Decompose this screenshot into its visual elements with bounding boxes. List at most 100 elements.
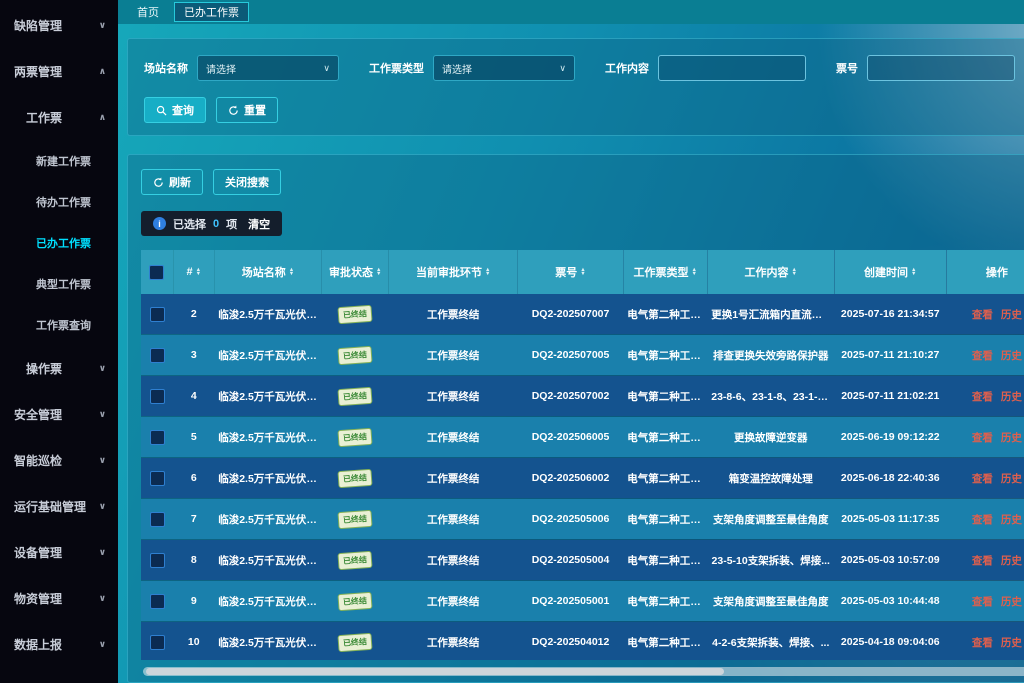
sort-icon[interactable]: ▲▼ (580, 268, 585, 276)
cell-step: 工作票终结 (389, 581, 518, 622)
sidebar-item-13[interactable]: 物资管理 (0, 575, 118, 621)
sidebar-item-4[interactable]: 待办工作票 (0, 181, 118, 222)
row-checkbox[interactable] (150, 471, 165, 486)
cell-index: 9 (173, 581, 214, 622)
ticket-no-input[interactable] (867, 55, 1015, 81)
cell-status: 已终结 (322, 458, 389, 499)
history-link[interactable]: 历史 (1001, 350, 1022, 362)
tab-label: 已办工作票 (184, 4, 239, 20)
cell-ticket-type: 电气第二种工作票 (623, 622, 707, 661)
sort-icon[interactable]: ▲▼ (911, 268, 916, 276)
sidebar-item-0[interactable]: 缺陷管理 (0, 2, 118, 48)
sidebar-item-1[interactable]: 两票管理 (0, 48, 118, 94)
row-checkbox[interactable] (150, 307, 165, 322)
cell-ticket-type: 电气第二种工作票 (623, 540, 707, 581)
history-link[interactable]: 历史 (1001, 473, 1022, 485)
cell-status: 已终结 (322, 335, 389, 376)
cell-index: 7 (173, 499, 214, 540)
sidebar-item-11[interactable]: 运行基础管理 (0, 483, 118, 529)
column-header-7[interactable]: 创建时间 ▲▼ (834, 250, 946, 294)
row-checkbox[interactable] (150, 635, 165, 650)
view-link[interactable]: 查看 (972, 596, 993, 608)
table-row-5: 7 临浚2.5万千瓦光伏电... 已终结 工作票终结 DQ2-202505006… (141, 499, 1024, 540)
history-link[interactable]: 历史 (1001, 596, 1022, 608)
cell-station: 临浚2.5万千瓦光伏电... (214, 499, 322, 540)
column-header-6[interactable]: 工作内容 ▲▼ (707, 250, 834, 294)
view-link[interactable]: 查看 (972, 555, 993, 567)
sidebar-item-6[interactable]: 典型工作票 (0, 263, 118, 304)
history-link[interactable]: 历史 (1001, 391, 1022, 403)
history-link[interactable]: 历史 (1001, 555, 1022, 567)
selection-prefix: 已选择 (173, 216, 206, 232)
view-link[interactable]: 查看 (972, 432, 993, 444)
history-link[interactable]: 历史 (1001, 432, 1022, 444)
sort-icon[interactable]: ▲▼ (692, 268, 697, 276)
row-checkbox[interactable] (150, 553, 165, 568)
column-header-5[interactable]: 工作票类型 ▲▼ (623, 250, 707, 294)
cell-actions: 查看历史 (946, 581, 1024, 622)
row-checkbox[interactable] (150, 389, 165, 404)
cell-ticket-no: DQ2-202504012 (518, 622, 624, 661)
search-icon (156, 105, 167, 116)
refresh-button[interactable]: 刷新 (141, 169, 203, 195)
status-stamp: 已终结 (338, 468, 373, 487)
view-link[interactable]: 查看 (972, 473, 993, 485)
sidebar-item-label: 新建工作票 (36, 153, 91, 169)
status-stamp: 已终结 (338, 591, 373, 610)
status-stamp: 已终结 (338, 550, 373, 569)
column-header-8[interactable]: 操作 ▲▼ (946, 250, 1024, 294)
row-checkbox[interactable] (150, 348, 165, 363)
work-content-input[interactable] (658, 55, 806, 81)
app-window: 缺陷管理 两票管理 工作票 新建工作票 待办工作票 (0, 0, 1024, 683)
sort-icon[interactable]: ▲▼ (376, 268, 381, 276)
horizontal-scrollbar[interactable] (143, 667, 1024, 676)
cell-step: 工作票终结 (389, 458, 518, 499)
column-header-1[interactable]: 场站名称 ▲▼ (214, 250, 322, 294)
sidebar-item-12[interactable]: 设备管理 (0, 529, 118, 575)
row-checkbox[interactable] (150, 430, 165, 445)
clear-selection-button[interactable]: 清空 (248, 216, 270, 232)
sidebar-item-14[interactable]: 数据上报 (0, 621, 118, 667)
tab-1[interactable]: 已办工作票 × (174, 2, 249, 22)
view-link[interactable]: 查看 (972, 391, 993, 403)
sidebar-item-7[interactable]: 工作票查询 (0, 304, 118, 345)
row-checkbox[interactable] (150, 512, 165, 527)
view-link[interactable]: 查看 (972, 514, 993, 526)
view-link[interactable]: 查看 (972, 637, 993, 649)
sidebar-item-5[interactable]: 已办工作票 (0, 222, 118, 263)
search-button[interactable]: 查询 (144, 97, 206, 123)
column-header-4[interactable]: 票号 ▲▼ (518, 250, 624, 294)
view-link[interactable]: 查看 (972, 309, 993, 321)
row-checkbox[interactable] (150, 594, 165, 609)
history-link[interactable]: 历史 (1001, 637, 1022, 649)
column-header-0[interactable]: # ▲▼ (173, 250, 214, 294)
sidebar-item-9[interactable]: 安全管理 (0, 391, 118, 437)
sidebar-item-8[interactable]: 操作票 (0, 345, 118, 391)
sort-icon[interactable]: ▲▼ (485, 268, 490, 276)
sort-icon[interactable]: ▲▼ (792, 268, 797, 276)
tab-0[interactable]: 首页 × (128, 2, 168, 22)
column-header-3[interactable]: 当前审批环节 ▲▼ (389, 250, 518, 294)
reset-button[interactable]: 重置 (216, 97, 278, 123)
ticket-type-select[interactable]: 请选择 ∨ (433, 55, 575, 81)
select-all-header[interactable] (141, 250, 173, 294)
table-row-3: 5 临浚2.5万千瓦光伏电... 已终结 工作票终结 DQ2-202506005… (141, 417, 1024, 458)
sidebar-item-3[interactable]: 新建工作票 (0, 140, 118, 181)
column-header-2[interactable]: 审批状态 ▲▼ (322, 250, 389, 294)
scrollbar-thumb[interactable] (146, 668, 724, 675)
cell-ticket-no: DQ2-202507002 (518, 376, 624, 417)
view-link[interactable]: 查看 (972, 350, 993, 362)
station-name-select[interactable]: 请选择 ∨ (197, 55, 339, 81)
cell-content: 23-5-10支架拆装、焊接... (707, 540, 834, 581)
sidebar-item-10[interactable]: 智能巡检 (0, 437, 118, 483)
cell-step: 工作票终结 (389, 499, 518, 540)
cell-created: 2025-06-19 09:12:22 (834, 417, 946, 458)
sidebar-item-2[interactable]: 工作票 (0, 94, 118, 140)
select-all-checkbox[interactable] (149, 265, 164, 280)
sort-icon[interactable]: ▲▼ (196, 268, 201, 276)
cell-step: 工作票终结 (389, 622, 518, 661)
close-search-button[interactable]: 关闭搜索 (213, 169, 281, 195)
history-link[interactable]: 历史 (1001, 309, 1022, 321)
history-link[interactable]: 历史 (1001, 514, 1022, 526)
sort-icon[interactable]: ▲▼ (289, 268, 294, 276)
